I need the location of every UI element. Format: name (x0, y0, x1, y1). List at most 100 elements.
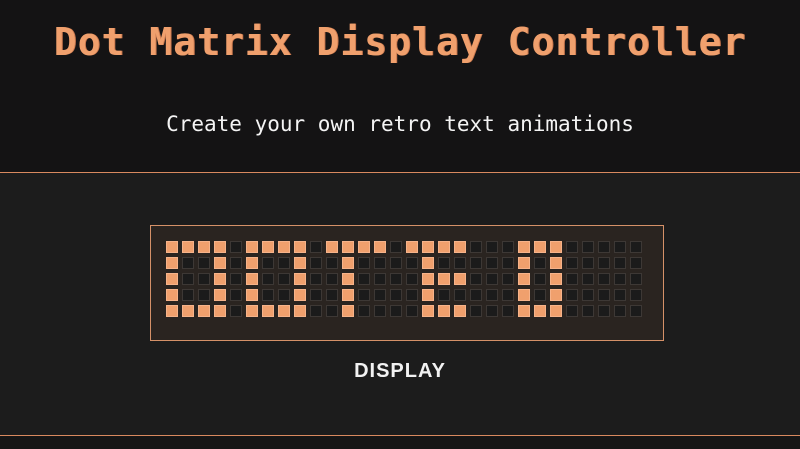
matrix-dot (454, 273, 466, 285)
matrix-dot (358, 273, 370, 285)
matrix-dot (374, 305, 386, 317)
matrix-dot (358, 241, 370, 253)
matrix-dot (470, 257, 482, 269)
matrix-dot (374, 289, 386, 301)
matrix-dot (534, 273, 546, 285)
matrix-dot (582, 241, 594, 253)
app-subtitle: Create your own retro text animations (166, 112, 634, 136)
matrix-dot (310, 257, 322, 269)
matrix-dot (310, 241, 322, 253)
matrix-dot (534, 257, 546, 269)
matrix-dot (454, 257, 466, 269)
matrix-dot (166, 257, 178, 269)
matrix-dot (166, 289, 178, 301)
matrix-dot (278, 289, 290, 301)
matrix-dot (214, 241, 226, 253)
matrix-dot (358, 289, 370, 301)
matrix-dot (406, 289, 418, 301)
matrix-dot (438, 273, 450, 285)
matrix-dot (326, 257, 338, 269)
matrix-dot (518, 257, 530, 269)
matrix-dot (246, 257, 258, 269)
matrix-dot (246, 241, 258, 253)
matrix-dot (294, 305, 306, 317)
matrix-dot (198, 241, 210, 253)
matrix-dot (390, 289, 402, 301)
matrix-dot (182, 257, 194, 269)
matrix-dot (342, 305, 354, 317)
matrix-dot (598, 289, 610, 301)
matrix-dot (326, 273, 338, 285)
matrix-dot (534, 305, 546, 317)
matrix-dot (518, 241, 530, 253)
matrix-dot (214, 289, 226, 301)
matrix-dot (486, 257, 498, 269)
matrix-dot (310, 273, 322, 285)
matrix-dot (486, 305, 498, 317)
matrix-dot (326, 305, 338, 317)
matrix-dot (614, 305, 626, 317)
matrix-dot (374, 241, 386, 253)
matrix-dot (630, 241, 642, 253)
matrix-dot (198, 289, 210, 301)
matrix-dot (374, 257, 386, 269)
matrix-dot (438, 305, 450, 317)
matrix-dot (470, 305, 482, 317)
matrix-dot (262, 257, 274, 269)
matrix-dot (166, 305, 178, 317)
matrix-dot (262, 273, 274, 285)
display-section: DISPLAY (0, 173, 800, 436)
matrix-dot (598, 305, 610, 317)
matrix-dot (502, 257, 514, 269)
app-title: Dot Matrix Display Controller (53, 20, 747, 64)
matrix-dot (390, 273, 402, 285)
matrix-dot (534, 241, 546, 253)
matrix-dot (326, 241, 338, 253)
matrix-dot (390, 241, 402, 253)
matrix-dot (502, 289, 514, 301)
matrix-dot (406, 273, 418, 285)
matrix-dot (246, 273, 258, 285)
matrix-dot (406, 241, 418, 253)
matrix-dot (470, 273, 482, 285)
matrix-dot (294, 289, 306, 301)
matrix-dot (566, 273, 578, 285)
matrix-dot (262, 289, 274, 301)
matrix-dot (342, 257, 354, 269)
matrix-dot (438, 289, 450, 301)
matrix-dot (438, 241, 450, 253)
matrix-dot (550, 257, 562, 269)
matrix-dot (390, 305, 402, 317)
matrix-dot (166, 273, 178, 285)
matrix-dot (422, 241, 434, 253)
matrix-dot (358, 257, 370, 269)
matrix-dot (598, 257, 610, 269)
matrix-dot (230, 305, 242, 317)
matrix-dot (342, 241, 354, 253)
matrix-dot (310, 289, 322, 301)
matrix-dot (198, 273, 210, 285)
matrix-dot (294, 273, 306, 285)
matrix-dot (262, 241, 274, 253)
matrix-dot (566, 289, 578, 301)
matrix-dot (582, 289, 594, 301)
matrix-dot (598, 241, 610, 253)
matrix-dot (470, 289, 482, 301)
matrix-dot (630, 273, 642, 285)
matrix-dot (246, 289, 258, 301)
matrix-dot (342, 289, 354, 301)
matrix-dot (582, 273, 594, 285)
matrix-dot (534, 289, 546, 301)
matrix-dot (166, 241, 178, 253)
matrix-dot (582, 257, 594, 269)
matrix-dot (454, 305, 466, 317)
matrix-dot (566, 305, 578, 317)
matrix-dot (182, 273, 194, 285)
matrix-dot (294, 257, 306, 269)
matrix-dot (614, 241, 626, 253)
matrix-dot (262, 305, 274, 317)
matrix-dot (182, 241, 194, 253)
matrix-dot (502, 273, 514, 285)
matrix-dot (214, 305, 226, 317)
matrix-dot (182, 305, 194, 317)
